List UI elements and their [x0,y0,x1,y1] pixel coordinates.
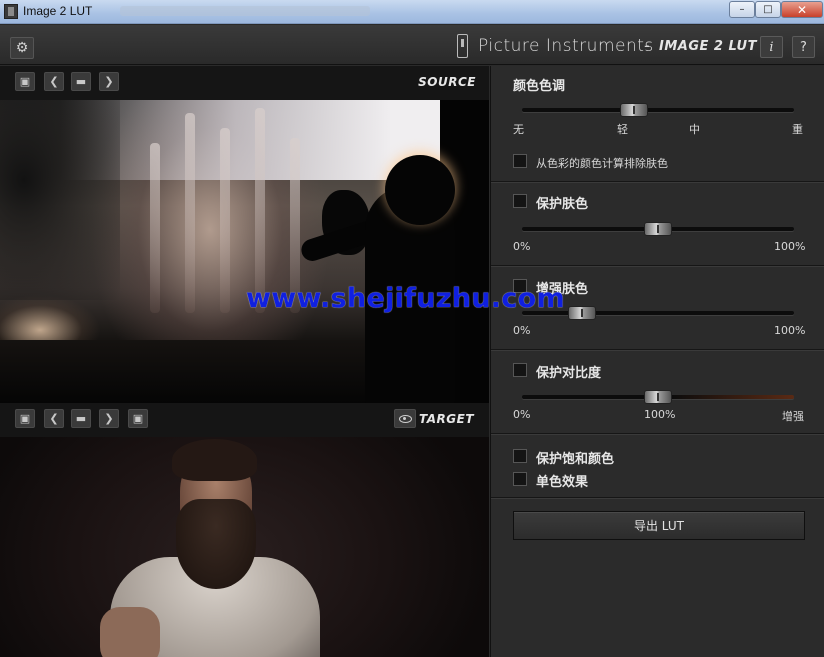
app-header: ⚙ Picture Instruments - IMAGE 2 LUT i ? [0,25,824,65]
help-button[interactable]: ? [792,36,815,58]
close-button[interactable]: ✕ [781,1,823,18]
protect-contrast-slider-thumb[interactable] [644,390,672,404]
protect-contrast-label: 保护对比度 [536,366,602,381]
brand-logo-icon [457,34,468,58]
target-label: TARGET [418,412,474,426]
target-folder-icon[interactable]: ▬ [71,409,91,428]
source-image-head [385,155,455,225]
enhance-skin-max: 100% [774,324,806,337]
window-title: Image 2 LUT [23,4,93,18]
protect-skin-checkbox[interactable] [513,194,527,208]
source-prev-icon[interactable]: ❮ [44,72,64,91]
app-window: Image 2 LUT – □ ✕ ⚙ Picture Instruments … [0,0,824,657]
source-image-spray [220,128,230,313]
protect-contrast-min: 0% [513,408,531,421]
image-column: ▣ ❮ ▬ ❯ SOURCE ▣ ❮ ▬ ❯ ▣ TARGET [0,66,489,657]
protect-saturation-checkbox[interactable] [513,449,527,463]
source-folder-icon[interactable]: ▬ [71,72,91,91]
protect-saturation-label: 保护饱和颜色 [536,452,615,467]
exclude-skin-checkbox[interactable] [513,154,527,168]
maximize-button[interactable]: □ [755,1,781,18]
title-blur-region [120,6,370,16]
brand-name: Picture Instruments [478,36,654,56]
control-panel: 颜色色调 无 轻 中 重 从色彩的颜色计算排除肤色 保护肤色 0% 100% 增… [490,66,824,657]
options-section: 保护饱和颜色 单色效果 [491,435,824,498]
enhance-skin-min: 0% [513,324,531,337]
export-lut-button[interactable]: 导出 LUT [513,511,805,540]
minimize-button[interactable]: – [729,1,755,18]
window-titlebar[interactable]: Image 2 LUT – □ ✕ [0,0,824,24]
tone-tick-light: 轻 [617,123,628,136]
watermark-text: www.shejifuzhu.com [246,283,565,314]
protect-contrast-mid: 100% [644,408,676,421]
exclude-skin-label: 从色彩的颜色计算排除肤色 [536,157,668,170]
app-icon [4,4,18,19]
source-next-icon[interactable]: ❯ [99,72,119,91]
tone-slider-thumb[interactable] [619,103,648,117]
settings-gear-icon[interactable]: ⚙ [10,37,34,59]
target-save-icon[interactable]: ▣ [15,409,35,428]
protect-skin-min: 0% [513,240,531,253]
target-export-icon[interactable]: ▣ [128,409,148,428]
source-save-icon[interactable]: ▣ [15,72,35,91]
tone-tick-heavy: 重 [792,123,803,136]
protect-contrast-section: 保护对比度 0% 100% 增强 [491,351,824,434]
mono-checkbox[interactable] [513,472,527,486]
preview-eye-icon[interactable] [394,409,416,428]
eye-shape [398,414,412,423]
target-image[interactable] [0,437,489,657]
tone-tick-none: 无 [513,123,524,136]
tone-slider-track[interactable] [522,108,794,112]
protect-contrast-checkbox[interactable] [513,363,527,377]
protect-contrast-max: 增强 [782,410,804,423]
source-image-trees [0,100,120,300]
tone-title: 颜色色调 [513,79,566,94]
enhance-skin-slider-thumb[interactable] [567,306,596,320]
source-image-spray [150,143,160,313]
source-image-spray [185,113,195,313]
protect-skin-section: 保护肤色 0% 100% [491,183,824,266]
info-button[interactable]: i [760,36,783,58]
protect-skin-max: 100% [774,240,806,253]
source-image[interactable] [0,100,489,403]
target-prev-icon[interactable]: ❮ [44,409,64,428]
tone-section: 颜色色调 无 轻 中 重 从色彩的颜色计算排除肤色 [491,66,824,182]
mono-label: 单色效果 [536,475,589,490]
target-next-icon[interactable]: ❯ [99,409,119,428]
brand-separator: - [644,36,650,55]
target-toolbar: ▣ ❮ ▬ ❯ ▣ TARGET [0,403,489,437]
target-image-hair [172,439,257,481]
protect-skin-slider-thumb[interactable] [644,222,672,236]
protect-skin-label: 保护肤色 [536,197,589,212]
source-toolbar: ▣ ❮ ▬ ❯ SOURCE [0,66,489,100]
tone-tick-medium: 中 [689,123,700,136]
target-image-arm [100,607,160,657]
product-name: IMAGE 2 LUT [659,39,757,54]
target-image-beard [176,499,256,589]
source-label: SOURCE [418,75,476,89]
